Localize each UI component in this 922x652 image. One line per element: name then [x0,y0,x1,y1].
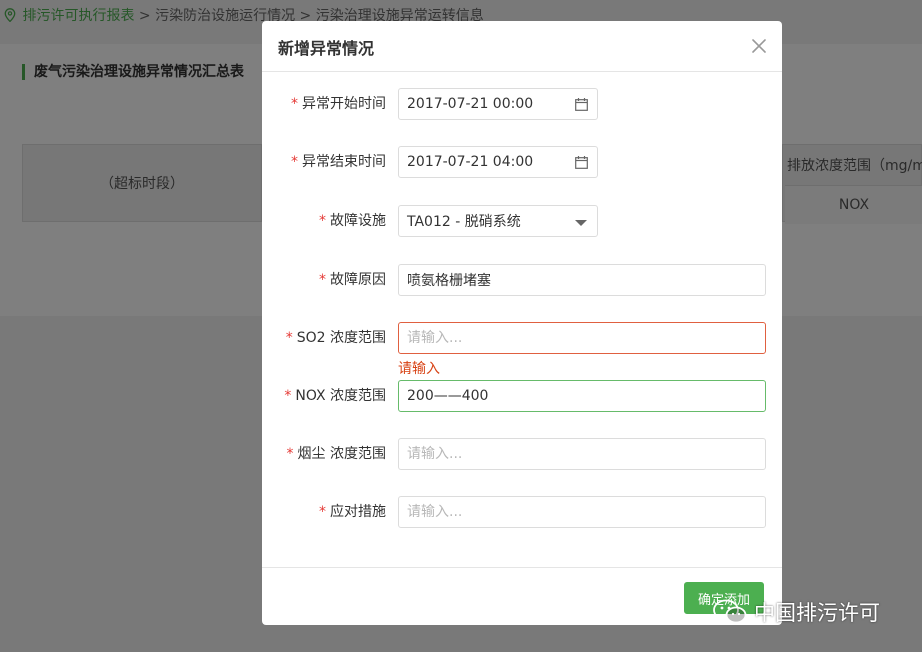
so2-error-message: 请输入 [398,361,440,377]
start-time-label: * 异常开始时间 [291,96,386,112]
countermeasure-label: * 应对措施 [319,504,386,520]
dialog-header: 新增异常情况 [262,21,782,72]
form-row-so2-range: * SO2 浓度范围 [262,322,782,354]
required-mark: * [319,504,326,520]
form-row-end-time: * 异常结束时间 2017-07-21 04:00 [262,146,782,178]
required-mark: * [286,446,294,462]
end-time-label: * 异常结束时间 [291,154,386,170]
dust-range-label: * 烟尘 浓度范围 [286,446,386,462]
required-mark: * [284,388,292,404]
required-mark: * [285,330,293,346]
required-mark: * [291,154,298,170]
form-row-fault-cause: * 故障原因 [262,264,782,296]
watermark: 中国排污许可 [712,596,880,628]
watermark-text: 中国排污许可 [754,601,880,625]
nox-range-label: * NOX 浓度范围 [284,388,386,404]
form-row-nox-range: * NOX 浓度范围 [262,380,782,412]
start-time-picker[interactable]: 2017-07-21 00:00 [398,88,598,120]
fault-cause-label: * 故障原因 [319,272,386,288]
so2-range-input[interactable] [398,322,766,354]
form-row-facility: * 故障设施 TA012 - 脱硝系统 [262,205,782,237]
close-icon[interactable] [750,37,768,55]
calendar-icon[interactable] [575,98,588,111]
dialog-footer: 确定添加 [262,567,782,626]
start-time-value: 2017-07-21 00:00 [407,96,534,112]
facility-label: * 故障设施 [319,213,386,229]
form-row-start-time: * 异常开始时间 2017-07-21 00:00 [262,88,782,120]
end-time-value: 2017-07-21 04:00 [407,154,534,170]
form-row-dust-range: * 烟尘 浓度范围 [262,438,782,470]
required-mark: * [319,213,326,229]
wechat-icon [712,598,748,626]
dust-range-input[interactable] [398,438,766,470]
add-anomaly-dialog: 新增异常情况 * 异常开始时间 2017-07-21 00:00 * 异常结束时间 … [262,21,782,625]
facility-select[interactable]: TA012 - 脱硝系统 [398,205,598,237]
fault-cause-input[interactable] [398,264,766,296]
so2-range-label: * SO2 浓度范围 [285,330,386,346]
calendar-icon[interactable] [575,156,588,169]
required-mark: * [291,96,298,112]
end-time-picker[interactable]: 2017-07-21 04:00 [398,146,598,178]
nox-range-input[interactable] [398,380,766,412]
form-row-countermeasure: * 应对措施 [262,496,782,528]
required-mark: * [319,272,326,288]
chevron-down-icon[interactable] [575,220,587,226]
facility-selected-value: TA012 - 脱硝系统 [407,214,521,230]
dialog-title: 新增异常情况 [278,39,375,58]
countermeasure-input[interactable] [398,496,766,528]
